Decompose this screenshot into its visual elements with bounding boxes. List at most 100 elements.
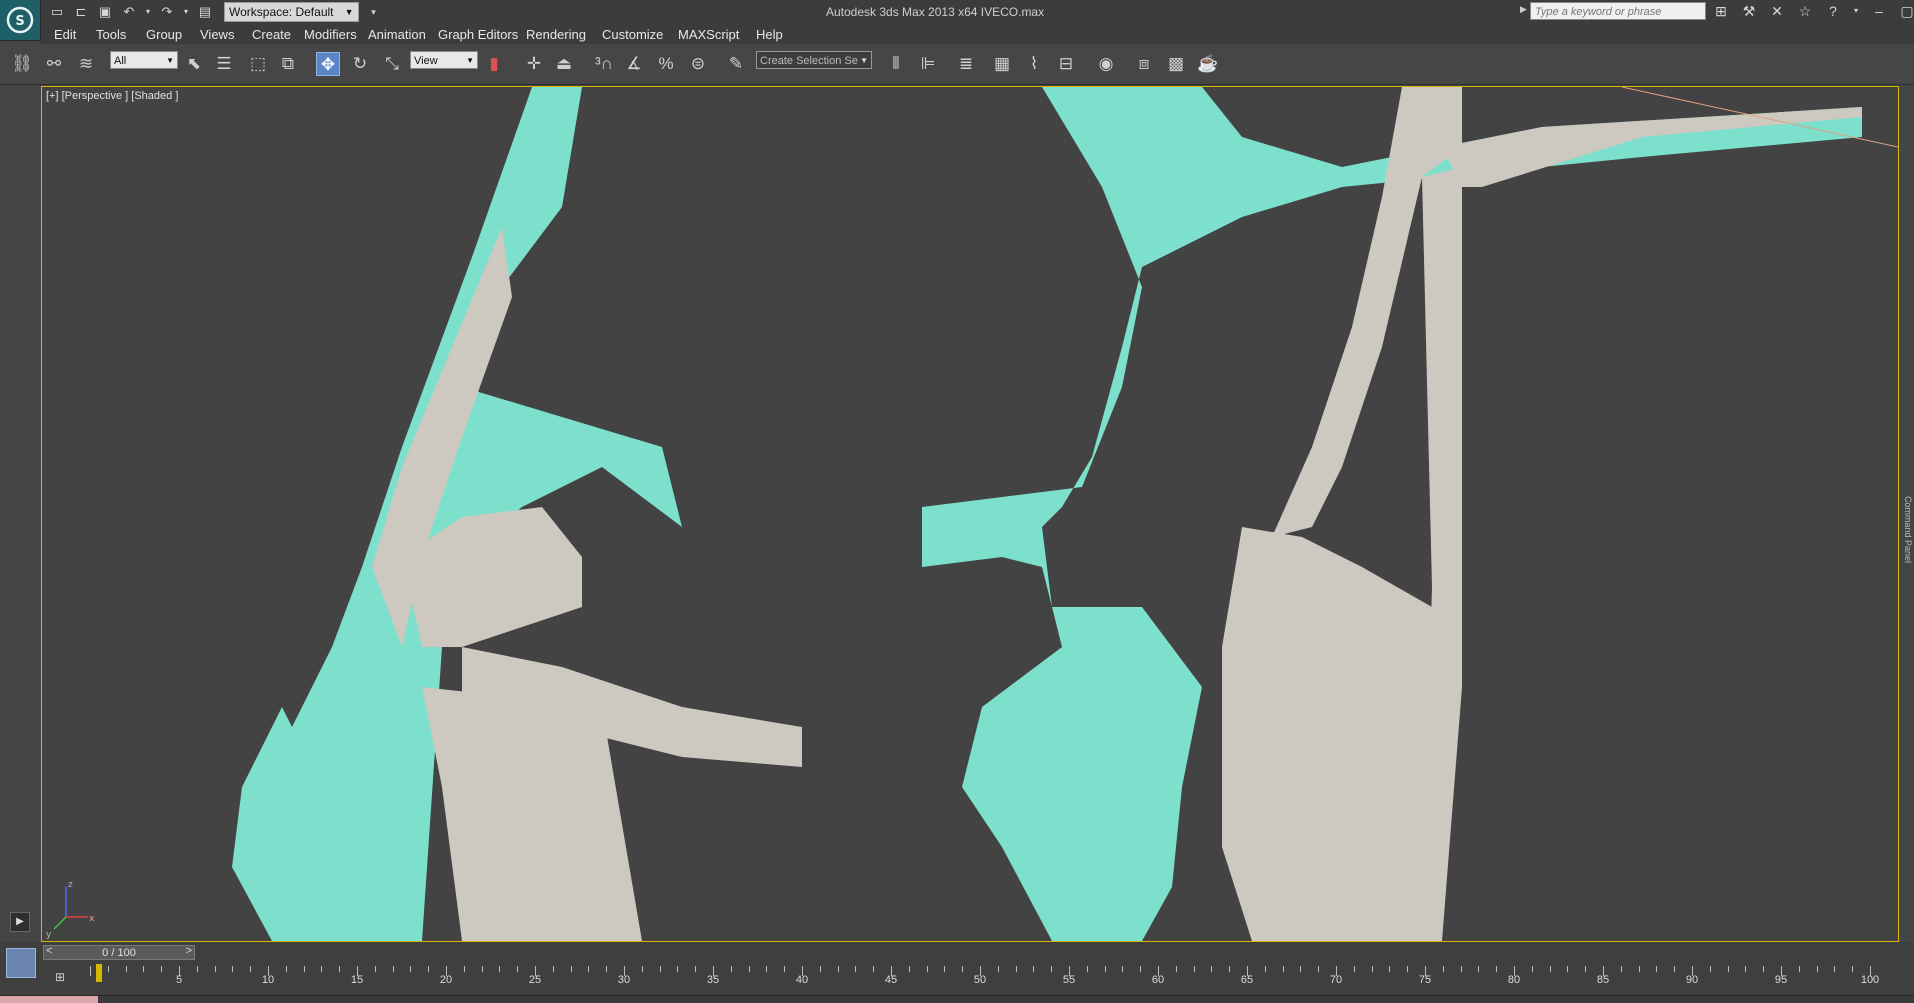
select-and-move-icon[interactable]: ✥ (316, 52, 340, 76)
favorites-star-icon[interactable]: ☆ (1796, 2, 1814, 20)
menu-modifiers[interactable]: Modifiers (304, 27, 357, 42)
help-dropdown-icon[interactable]: ▾ (1852, 2, 1860, 20)
workspace-dropdown[interactable]: Workspace: Default ▼ (224, 2, 359, 22)
maximize-icon[interactable]: ▢ (1898, 2, 1914, 20)
help-icon[interactable]: ? (1824, 2, 1842, 20)
undo-dropdown-icon[interactable]: ▾ (144, 3, 152, 21)
app-logo[interactable]: S (0, 0, 41, 41)
timeline-tick (908, 966, 910, 972)
timeline-tick (1763, 966, 1765, 972)
named-selection-sets-dropdown[interactable]: Create Selection Se ▼ (756, 51, 872, 69)
timeline-tick (962, 966, 964, 972)
track-bar-toggle-icon[interactable]: ⊞ (52, 970, 68, 984)
timeline-tick-label: 55 (1062, 974, 1076, 986)
layer-manager-icon[interactable]: ≣ (954, 52, 978, 76)
mini-listener-icon[interactable] (6, 948, 36, 978)
timeline-tick (90, 966, 91, 976)
selection-filter-dropdown[interactable]: All ▼ (110, 51, 178, 69)
timeline-tick (1193, 966, 1195, 972)
angle-snap-icon[interactable]: ∡ (622, 52, 646, 76)
render-production-icon[interactable]: ☕ (1196, 52, 1220, 76)
schematic-view-icon[interactable]: ⊟ (1054, 52, 1078, 76)
redo-icon[interactable]: ↷ (158, 3, 176, 21)
command-panel-collapsed[interactable]: Command Panel (1900, 86, 1914, 942)
play-icon[interactable]: ▶ (10, 912, 30, 932)
tools-icon[interactable]: ⚒ (1740, 2, 1758, 20)
menu-graph-editors[interactable]: Graph Editors (438, 27, 518, 42)
keyboard-shortcut-override-icon[interactable]: ⏏ (552, 52, 576, 76)
title-bar: ▭ ⊏ ▣ ↶ ▾ ↷ ▾ ▤ Workspace: Default ▼ ▾ A… (0, 0, 1914, 24)
undo-icon[interactable]: ↶ (120, 3, 138, 21)
timeline-tick (143, 966, 145, 972)
menu-maxscript[interactable]: MAXScript (678, 27, 739, 42)
project-folder-icon[interactable]: ▤ (196, 3, 214, 21)
mirror-icon[interactable]: ⫴ (884, 52, 908, 76)
menu-tools[interactable]: Tools (96, 27, 126, 42)
timeline-tick-label: 25 (528, 974, 542, 986)
timeline-tick (659, 966, 661, 972)
window-crossing-icon[interactable]: ⧉ (276, 52, 300, 76)
minimize-icon[interactable]: – (1870, 2, 1888, 20)
timeline-tick (730, 966, 732, 972)
select-manipulate-icon[interactable]: ✛ (522, 52, 546, 76)
timeline-tick (1086, 966, 1088, 972)
select-and-rotate-icon[interactable]: ↻ (348, 52, 372, 76)
select-object-icon[interactable]: ⬉ (182, 52, 206, 76)
reference-coordinate-dropdown[interactable]: View ▼ (410, 51, 478, 69)
timeline-tick (499, 966, 501, 972)
pivot-center-icon[interactable]: ▮ (482, 52, 506, 76)
menu-edit[interactable]: Edit (54, 27, 76, 42)
menu-views[interactable]: Views (200, 27, 234, 42)
edit-named-selection-icon[interactable]: ✎ (724, 52, 748, 76)
chevron-down-icon: ▼ (166, 56, 174, 65)
time-slider[interactable]: < 0 / 100 > (43, 945, 195, 960)
render-setup-icon[interactable]: ⧈ (1132, 52, 1156, 76)
timeline-tick (1015, 966, 1017, 972)
menu-group[interactable]: Group (146, 27, 182, 42)
timeline-tick (1834, 966, 1836, 972)
spinner-snap-icon[interactable]: ⊜ (686, 52, 710, 76)
search-input[interactable]: Type a keyword or phrase (1530, 2, 1706, 20)
time-next-button[interactable]: > (186, 945, 192, 957)
search-expand-icon[interactable]: ▶ (1520, 4, 1527, 15)
chevron-down-icon: ▼ (344, 7, 354, 17)
menu-animation[interactable]: Animation (368, 27, 426, 42)
menu-rendering[interactable]: Rendering (526, 27, 586, 42)
binoculars-icon[interactable]: ⊞ (1712, 2, 1730, 20)
timeline-tick (339, 966, 341, 972)
rendered-frame-window-icon[interactable]: ▩ (1164, 52, 1188, 76)
percent-snap-icon[interactable]: % (654, 52, 678, 76)
new-file-icon[interactable]: ▭ (48, 3, 66, 21)
left-door-model (372, 227, 802, 941)
align-icon[interactable]: ⊫ (916, 52, 940, 76)
timeline-tick-label: 10 (261, 974, 275, 986)
timeline-tick (1175, 966, 1177, 972)
timeline-tick (588, 966, 590, 972)
select-and-scale-icon[interactable]: ⤡ (380, 52, 404, 76)
open-file-icon[interactable]: ⊏ (72, 3, 90, 21)
bind-space-warp-icon[interactable]: ≋ (74, 52, 98, 76)
timeline-tick-label: 95 (1774, 974, 1788, 986)
redo-dropdown-icon[interactable]: ▾ (182, 3, 190, 21)
svg-text:S: S (15, 14, 24, 29)
quick-access-customize-icon[interactable]: ▾ (365, 3, 383, 21)
timeline-tick (944, 966, 946, 972)
perspective-viewport[interactable]: [+] [Perspective ] [Shaded ] z x y (41, 86, 1899, 942)
snaps-toggle-icon[interactable]: ³∩ (592, 52, 616, 76)
material-editor-icon[interactable]: ◉ (1094, 52, 1118, 76)
rectangular-selection-icon[interactable]: ⬚ (246, 52, 270, 76)
timeline-tick (481, 966, 483, 972)
timeline-tick (428, 966, 430, 972)
menu-customize[interactable]: Customize (602, 27, 663, 42)
menu-create[interactable]: Create (252, 27, 291, 42)
menu-help[interactable]: Help (756, 27, 783, 42)
select-and-link-icon[interactable]: ⛓ (10, 52, 34, 76)
unlink-icon[interactable]: ⚯ (42, 52, 66, 76)
viewport-label[interactable]: [+] [Perspective ] [Shaded ] (46, 90, 178, 102)
timeline-tick (285, 966, 287, 972)
curve-editor-icon[interactable]: ⌇ (1022, 52, 1046, 76)
select-by-name-icon[interactable]: ☰ (212, 52, 236, 76)
save-file-icon[interactable]: ▣ (96, 3, 114, 21)
exchange-icon[interactable]: ✕ (1768, 2, 1786, 20)
graphite-modeling-icon[interactable]: ▦ (990, 52, 1014, 76)
